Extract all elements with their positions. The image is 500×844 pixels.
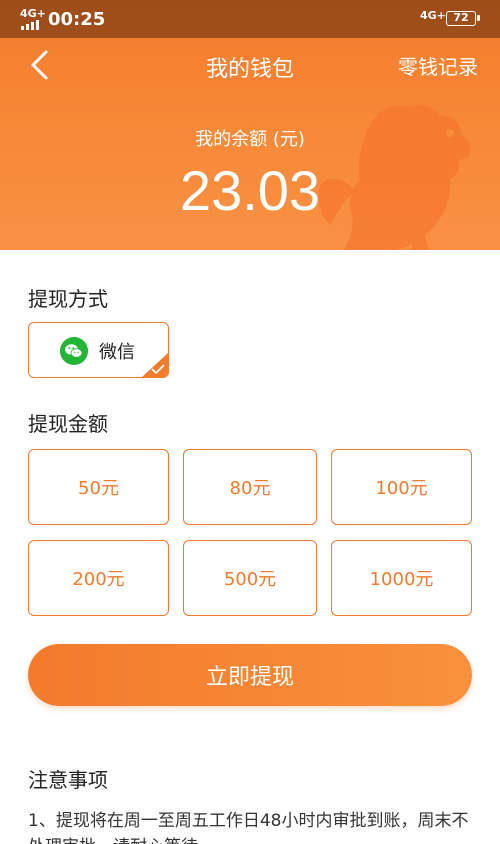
signal-indicator: 4G+: [20, 7, 46, 30]
amount-option[interactable]: 500元: [183, 540, 317, 616]
amount-option[interactable]: 80元: [183, 449, 317, 525]
balance-label: 我的余额 (元): [195, 129, 305, 150]
checkmark-icon: [151, 364, 165, 374]
change-records-link[interactable]: 零钱记录: [398, 51, 478, 80]
status-bar: 4G+ 00:25 4G+ 72: [0, 0, 500, 38]
signal-bars-icon: [21, 20, 39, 30]
amount-option[interactable]: 200元: [28, 540, 169, 616]
amount-option[interactable]: 50元: [28, 449, 169, 525]
wechat-method-option[interactable]: 微信: [28, 322, 169, 378]
network-type: 4G+: [20, 7, 46, 20]
battery-level: 72: [453, 11, 469, 24]
wallet-header: 4G+ 00:25 4G+ 72 我的钱包 零钱记录 我的余额 (元) 23.0…: [0, 0, 500, 250]
withdraw-now-button[interactable]: 立即提现: [28, 644, 472, 706]
withdraw-method-title: 提现方式: [28, 287, 108, 311]
network-type-right: 4G+: [420, 9, 446, 22]
wechat-icon: [60, 337, 88, 365]
clock: 00:25: [48, 9, 106, 30]
amount-option[interactable]: 1000元: [331, 540, 472, 616]
notice-title: 注意事项: [28, 768, 108, 792]
amount-options-grid: 50元 80元 100元 200元 500元 1000元: [28, 449, 472, 617]
notice-item: 1、提现将在周一至周五工作日48小时内审批到账，周末不处理审批，请耐心等待: [28, 811, 469, 844]
balance-amount: 23.03: [179, 159, 321, 222]
battery-icon: 72: [446, 11, 480, 26]
withdraw-amount-title: 提现金额: [28, 412, 108, 436]
amount-option[interactable]: 100元: [331, 449, 472, 525]
wechat-label: 微信: [99, 342, 135, 363]
